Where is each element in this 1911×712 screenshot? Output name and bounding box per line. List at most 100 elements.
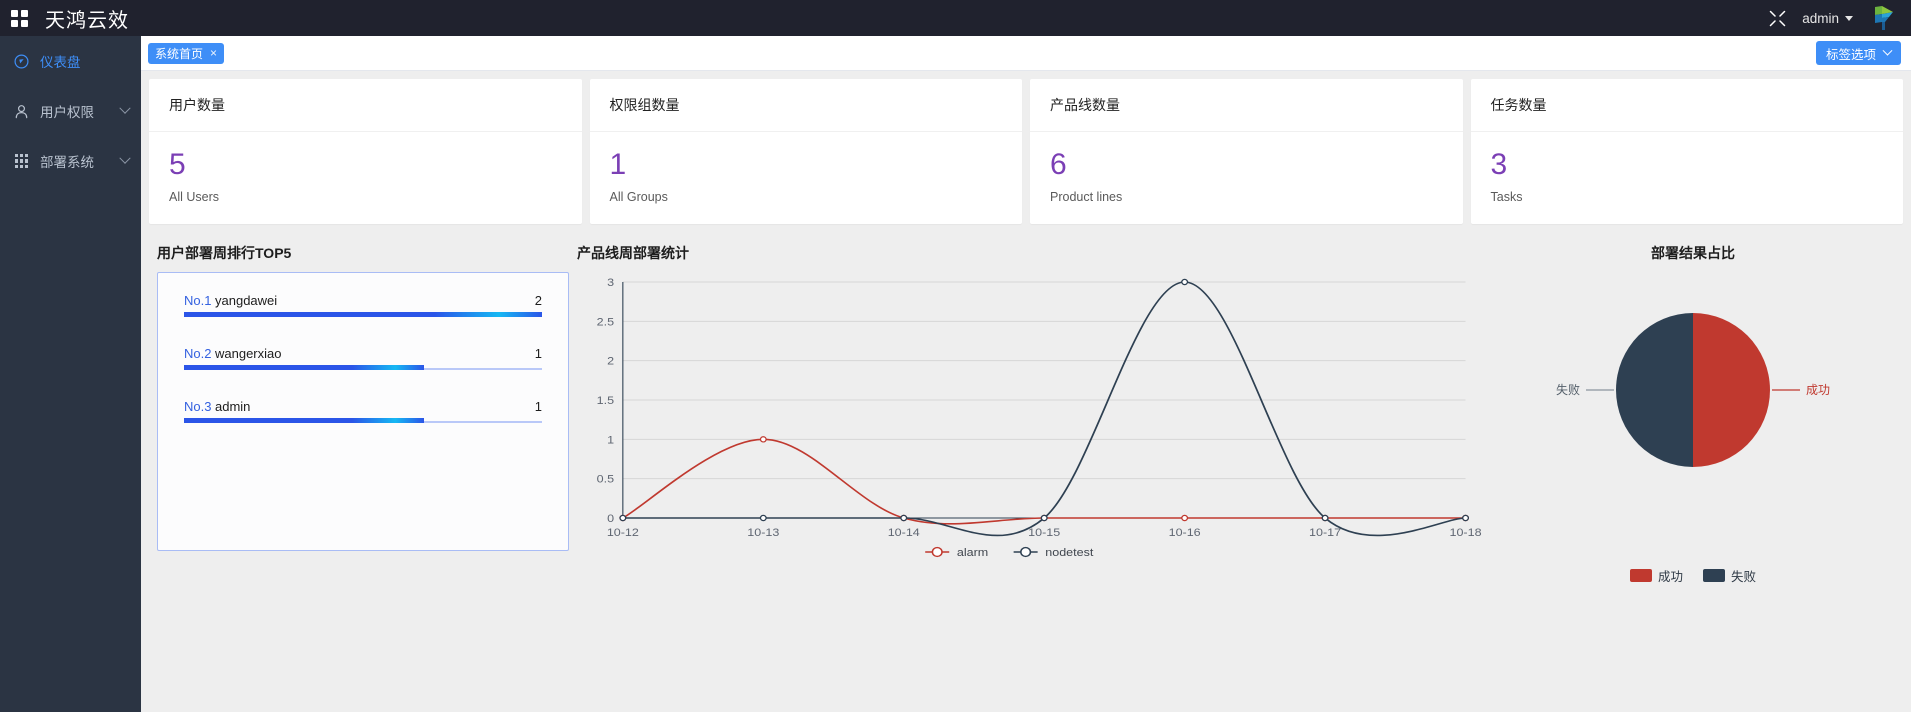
card-title: 权限组数量 xyxy=(589,79,1022,132)
list-item[interactable]: No.3 admin 1 xyxy=(184,399,542,423)
svg-text:nodetest: nodetest xyxy=(1045,545,1094,558)
app-brand-title: 天鸿云效 xyxy=(45,9,129,32)
main-content: 用户数量 5 All Users 权限组数量 1 All Groups 产品线数… xyxy=(141,71,1911,712)
line-chart-title: 产品线周部署统计 xyxy=(577,244,689,261)
tag-options-label: 标签选项 xyxy=(1825,47,1876,62)
sidebar-item-deploy-system[interactable]: 部署系统 xyxy=(0,136,141,186)
card-value: 6 xyxy=(1050,148,1067,181)
tab-bar: 系统首页 × 标签选项 xyxy=(141,36,1911,71)
stat-card-tasks: 任务数量 3 Tasks xyxy=(1470,79,1904,224)
card-body: 6 Product lines xyxy=(1030,132,1463,224)
svg-text:10-12: 10-12 xyxy=(607,525,639,538)
rank-user-name: wangerxiao xyxy=(215,345,282,361)
header-left: 天鸿云效 xyxy=(0,4,129,33)
card-body: 3 Tasks xyxy=(1471,132,1904,224)
progress-track xyxy=(184,417,542,423)
user-name-label: admin xyxy=(1802,10,1839,26)
sidebar-item-label: 用户权限 xyxy=(40,105,94,120)
legend-label: 成功 xyxy=(1657,569,1683,584)
svg-text:2: 2 xyxy=(607,354,614,367)
chevron-down-icon xyxy=(1882,45,1893,56)
card-subtitle: Product lines xyxy=(1050,189,1123,204)
svg-text:10-15: 10-15 xyxy=(1028,525,1060,538)
rank-value: 1 xyxy=(534,398,542,414)
line-chart-panel: 产品线周部署统计 0 0.5 1 1.5 2 2.5 3 10-12 10-13 10-14 10-… xyxy=(569,243,1483,585)
chevron-down-icon xyxy=(119,152,131,164)
card-body: 1 All Groups xyxy=(590,132,1023,224)
card-value: 1 xyxy=(609,148,627,181)
progress-track xyxy=(184,311,542,317)
grid-icon[interactable] xyxy=(11,9,28,27)
ranking-panel-title: 用户部署周排行TOP5 xyxy=(157,244,292,261)
rank-row-header: No.3 admin 1 xyxy=(184,399,542,414)
svg-text:10-14: 10-14 xyxy=(888,525,920,538)
apps-grid-icon xyxy=(13,154,30,168)
stat-card-users: 用户数量 5 All Users xyxy=(149,79,582,224)
header-right: admin xyxy=(1769,3,1911,33)
fullscreen-icon[interactable] xyxy=(1769,10,1786,27)
stat-card-product-lines: 产品线数量 6 Product lines xyxy=(1030,79,1463,224)
pie-chart-panel: 部署结果占比 成功 失败 成功 失败 xyxy=(1483,243,1903,585)
rank-position: No.1 xyxy=(184,292,212,308)
card-value: 5 xyxy=(169,148,186,181)
rank-value: 2 xyxy=(534,292,542,308)
card-title: 用户数量 xyxy=(149,79,582,132)
sidebar-item-label: 部署系统 xyxy=(40,155,94,170)
rank-position: No.3 xyxy=(184,398,212,414)
pie-chart: 成功 失败 xyxy=(1483,272,1903,562)
legend-item-success[interactable]: 成功 xyxy=(1629,566,1683,585)
legend-swatch xyxy=(1703,568,1725,582)
svg-text:2.5: 2.5 xyxy=(597,314,615,327)
card-title: 产品线数量 xyxy=(1030,79,1463,132)
user-menu[interactable]: admin xyxy=(1802,11,1853,26)
svg-text:alarm: alarm xyxy=(957,545,988,558)
tag-options-button[interactable]: 标签选项 xyxy=(1815,41,1901,65)
stat-card-groups: 权限组数量 1 All Groups xyxy=(589,79,1023,224)
progress-fill xyxy=(184,311,542,317)
ranking-panel: 用户部署周排行TOP5 No.1 yangdawei 2 No.2 wanger… xyxy=(149,243,569,585)
chevron-down-icon xyxy=(119,102,131,114)
rank-user-name: admin xyxy=(215,398,251,414)
svg-text:1: 1 xyxy=(607,432,614,445)
top-header: 天鸿云效 admin xyxy=(0,0,1911,36)
legend-swatch xyxy=(1629,568,1652,582)
rank-value: 1 xyxy=(534,345,542,361)
brand-logo-icon xyxy=(1869,3,1899,33)
svg-text:10-17: 10-17 xyxy=(1309,525,1341,538)
sidebar-item-label: 仪表盘 xyxy=(40,55,81,70)
card-subtitle: All Users xyxy=(169,189,220,204)
progress-fill xyxy=(184,417,424,423)
svg-text:失败: 失败 xyxy=(1556,382,1580,397)
svg-text:10-13: 10-13 xyxy=(747,525,779,538)
stat-card-row: 用户数量 5 All Users 权限组数量 1 All Groups 产品线数… xyxy=(149,79,1903,224)
line-chart: 0 0.5 1 1.5 2 2.5 3 10-12 10-13 10-14 10-15 10-16 10… xyxy=(577,272,1483,562)
sidebar-item-user-permission[interactable]: 用户权限 xyxy=(0,86,141,136)
user-icon xyxy=(13,104,30,119)
legend-label: 失败 xyxy=(1731,569,1757,584)
pie-chart-svg[interactable]: 成功 失败 xyxy=(1483,272,1903,522)
list-item[interactable]: No.1 yangdawei 2 xyxy=(184,293,542,317)
pie-legend: 成功 失败 xyxy=(1483,566,1903,585)
rank-row-header: No.2 wangerxiao 1 xyxy=(184,346,542,361)
svg-text:10-18: 10-18 xyxy=(1450,525,1482,538)
close-icon[interactable]: × xyxy=(210,47,217,59)
svg-text:1.5: 1.5 xyxy=(597,393,615,406)
panel-row: 用户部署周排行TOP5 No.1 yangdawei 2 No.2 wanger… xyxy=(149,243,1903,585)
tab-label: 系统首页 xyxy=(155,46,204,61)
rank-position: No.2 xyxy=(184,345,212,361)
card-subtitle: Tasks xyxy=(1490,189,1523,204)
pie-chart-title: 部署结果占比 xyxy=(1651,244,1735,261)
card-value: 3 xyxy=(1490,148,1508,181)
svg-text:0.5: 0.5 xyxy=(597,472,615,485)
card-body: 5 All Users xyxy=(149,132,582,224)
dashboard-page: 天鸿云效 admin 仪表盘 用户权限 部署系统 系统首页 × 标签选项 用户数… xyxy=(0,0,1911,712)
ranking-list: No.1 yangdawei 2 No.2 wangerxiao 1 No.3 … xyxy=(157,271,569,551)
tab-system-home[interactable]: 系统首页 × xyxy=(148,42,225,64)
card-title: 任务数量 xyxy=(1470,79,1903,132)
legend-item-fail[interactable]: 失败 xyxy=(1703,566,1756,585)
line-chart-svg[interactable]: 0 0.5 1 1.5 2 2.5 3 10-12 10-13 10-14 10-15 10-16 10… xyxy=(577,272,1483,562)
sidebar-item-dashboard[interactable]: 仪表盘 xyxy=(0,36,141,86)
card-subtitle: All Groups xyxy=(609,189,668,204)
progress-fill xyxy=(184,364,424,370)
list-item[interactable]: No.2 wangerxiao 1 xyxy=(184,346,542,370)
